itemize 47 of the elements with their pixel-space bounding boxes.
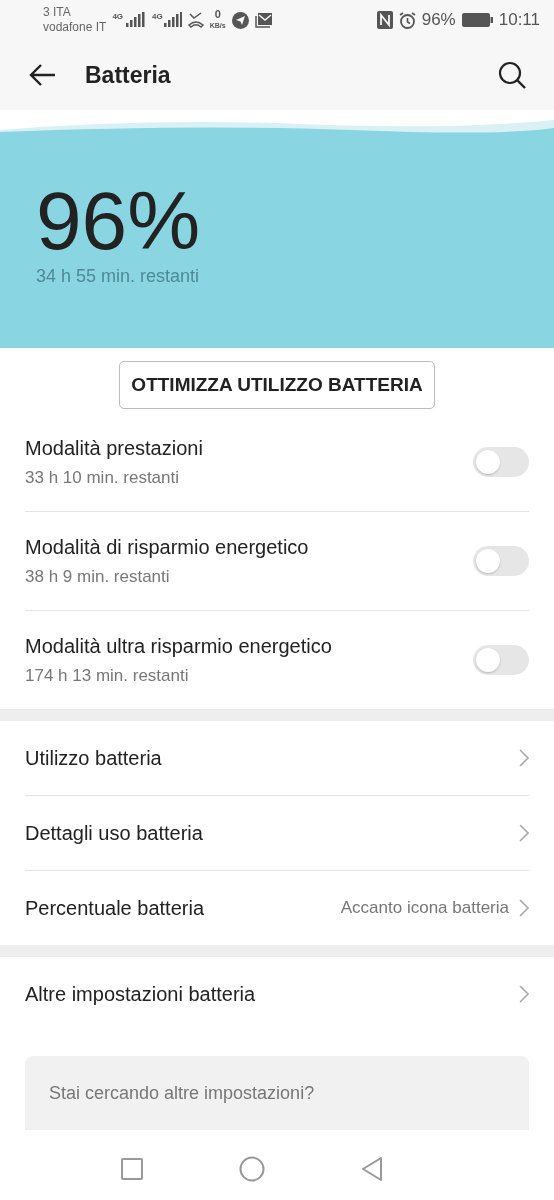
optimize-button[interactable]: OTTIMIZZA UTILIZZO BATTERIA: [119, 361, 435, 409]
carrier-name: 3 ITA: [43, 5, 72, 20]
remaining-time: 34 h 55 min. restanti: [36, 266, 201, 287]
speed-value: 0: [214, 9, 221, 20]
settings-label: Utilizzo batteria: [25, 746, 163, 770]
recent-apps-icon[interactable]: [121, 1158, 143, 1180]
back-icon[interactable]: [361, 1156, 383, 1182]
mode-subtitle: 38 h 9 min. restanti: [25, 566, 171, 587]
toggle-switch[interactable]: [473, 645, 529, 675]
settings-item[interactable]: Altre impostazioni batteria: [25, 957, 529, 1031]
send-icon: [231, 11, 249, 29]
search-icon[interactable]: [498, 61, 526, 89]
chevron-icon: [519, 899, 529, 917]
mode-title: Modalità ultra risparmio energetico: [25, 634, 333, 658]
nfc-icon: [376, 11, 393, 29]
signal-icon: [163, 12, 182, 28]
settings-value: Accanto icona batteria: [340, 898, 509, 918]
network-type: 4G: [112, 12, 124, 21]
missed-call-icon: [187, 12, 204, 28]
signal-icon: [124, 12, 147, 28]
settings-label: Altre impostazioni batteria: [25, 982, 257, 1006]
settings-label: Percentuale batteria: [25, 896, 205, 920]
mode-title: Modalità prestazioni: [25, 436, 204, 460]
toggle-switch[interactable]: [473, 546, 529, 576]
mail-icon: [254, 12, 272, 28]
chevron-icon: [519, 985, 529, 1003]
mode-subtitle: 174 h 13 min. restanti: [25, 665, 190, 686]
battery-percent: 96%: [421, 10, 456, 30]
home-icon[interactable]: [239, 1156, 265, 1182]
battery-level: 96%: [36, 178, 202, 264]
search-field[interactable]: Stai cercando altre impostazioni?: [25, 1056, 529, 1130]
back-arrow-icon[interactable]: [28, 63, 56, 87]
page-title: Batteria: [85, 61, 172, 89]
clock: 10:11: [498, 10, 540, 30]
toggle-switch[interactable]: [473, 447, 529, 477]
chevron-icon: [519, 824, 529, 842]
carrier-name: vodafone IT: [43, 20, 107, 35]
settings-item[interactable]: Percentuale batteria Accanto icona batteria: [25, 871, 529, 945]
alarm-icon: [398, 11, 416, 29]
settings-label: Dettagli uso batteria: [25, 821, 204, 845]
battery-icon: [461, 13, 493, 27]
mode-subtitle: 33 h 10 min. restanti: [25, 467, 181, 488]
mode-title: Modalità di risparmio energetico: [25, 535, 310, 559]
settings-item[interactable]: Dettagli uso batteria: [25, 796, 529, 871]
settings-item[interactable]: Utilizzo batteria: [25, 721, 529, 796]
network-type: 4G: [152, 12, 163, 21]
chevron-icon: [519, 749, 529, 767]
